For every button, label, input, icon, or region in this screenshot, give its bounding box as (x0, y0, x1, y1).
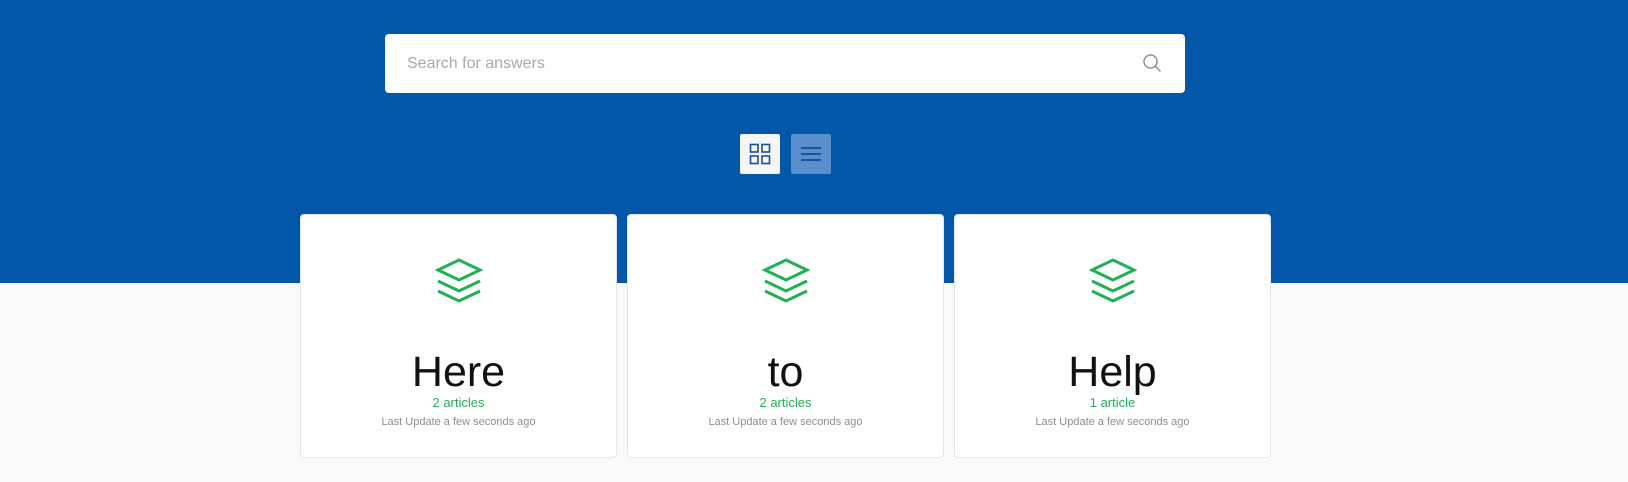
search-icon[interactable] (1141, 52, 1163, 74)
card-title: Here (411, 348, 506, 396)
layers-icon (761, 258, 810, 303)
article-count: 2 articles (759, 395, 812, 410)
grid-view-button[interactable] (740, 134, 780, 174)
article-count: 1 article (1089, 395, 1136, 410)
article-count: 2 articles (432, 395, 485, 410)
card-title: Help (1068, 348, 1157, 396)
last-update: Last Update a few seconds ago (1035, 416, 1190, 428)
last-update: Last Update a few seconds ago (381, 416, 536, 428)
category-card[interactable]: Here 2 articles Last Update a few second… (300, 214, 617, 458)
category-card[interactable]: to 2 articles Last Update a few seconds … (627, 214, 944, 458)
card-title: to (767, 348, 804, 396)
last-update: Last Update a few seconds ago (708, 416, 863, 428)
category-card[interactable]: Help 1 article Last Update a few seconds… (954, 214, 1271, 458)
layers-icon (434, 258, 483, 303)
layers-icon (1088, 258, 1137, 303)
search-input[interactable] (385, 34, 1125, 93)
grid-icon (749, 143, 771, 165)
search-box (385, 34, 1185, 93)
list-view-button[interactable] (791, 134, 831, 174)
list-icon (801, 147, 821, 161)
